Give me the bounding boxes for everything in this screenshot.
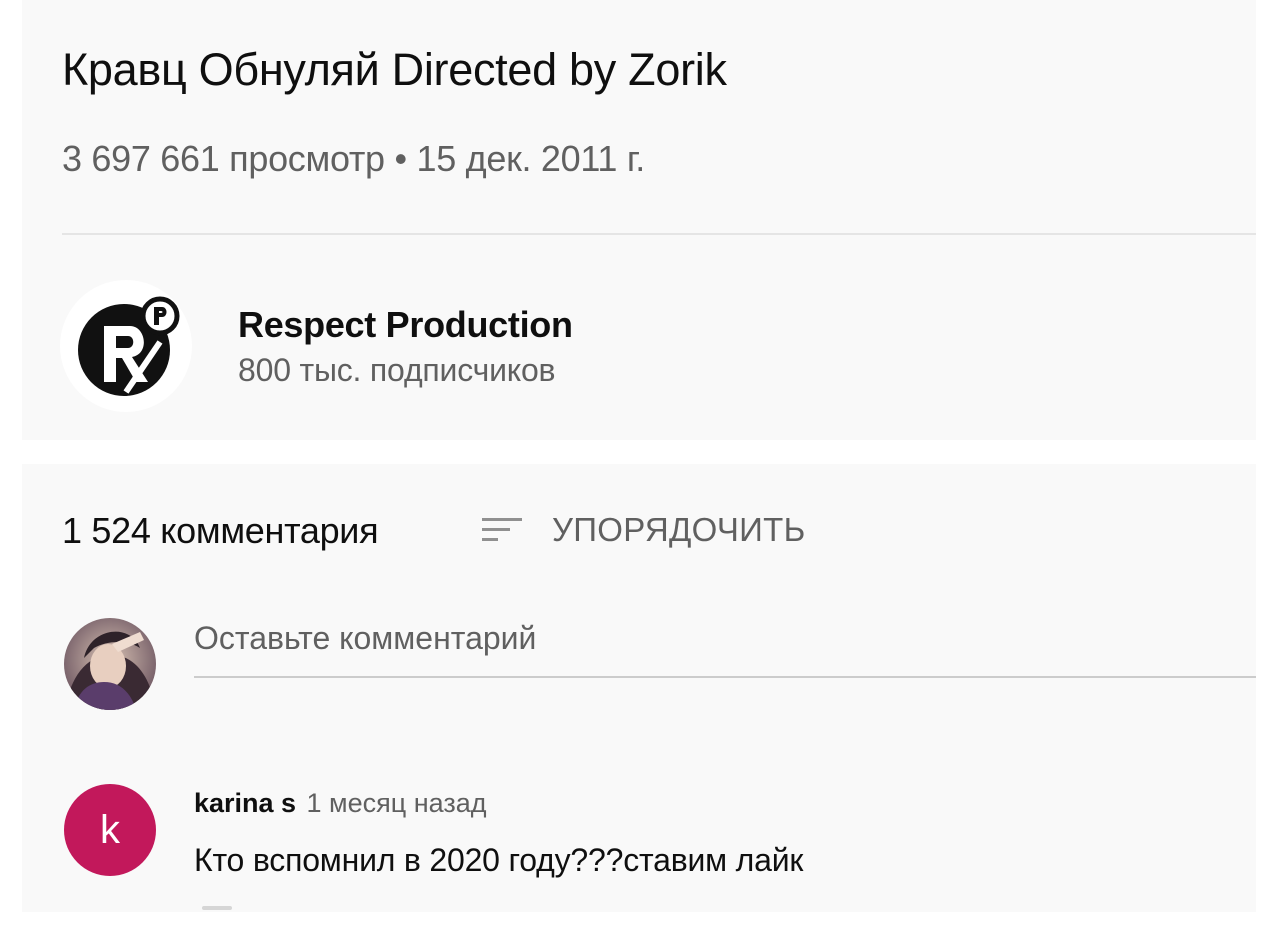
sort-icon <box>482 518 522 541</box>
user-avatar <box>64 618 156 710</box>
commenter-avatar-letter: k <box>100 807 120 852</box>
sort-button[interactable]: УПОРЯДОЧИТЬ <box>480 508 806 552</box>
video-info-panel: Кравц Обнуляй Directed by Zorik 3 697 66… <box>22 0 1256 440</box>
comments-panel: 1 524 комментария УПОРЯДОЧИТЬ Оставьте к… <box>22 464 1256 912</box>
video-views-date: 3 697 661 просмотр • 15 дек. 2011 г. <box>62 138 645 179</box>
respect-production-logo-icon <box>78 296 180 396</box>
comment-header: karina s 1 месяц назад <box>194 788 487 819</box>
comment-time: 1 месяц назад <box>306 788 487 818</box>
commenter-avatar[interactable]: k <box>64 784 156 876</box>
channel-name[interactable]: Respect Production <box>238 304 573 346</box>
comment-author[interactable]: karina s <box>194 788 296 818</box>
next-row-cutoff <box>202 906 232 910</box>
user-avatar-image <box>64 618 156 710</box>
comment-text: Кто вспомнил в 2020 году???ставим лайк <box>194 842 804 878</box>
comment-count: 1 524 комментария <box>62 510 379 551</box>
sort-label: УПОРЯДОЧИТЬ <box>552 511 806 548</box>
comment-input[interactable] <box>194 614 1256 678</box>
divider <box>62 233 1256 235</box>
comment-input-field[interactable] <box>194 614 1256 657</box>
video-title: Кравц Обнуляй Directed by Zorik <box>62 44 727 95</box>
subscriber-count: 800 тыс. подписчиков <box>238 352 556 388</box>
channel-avatar[interactable] <box>60 280 192 412</box>
